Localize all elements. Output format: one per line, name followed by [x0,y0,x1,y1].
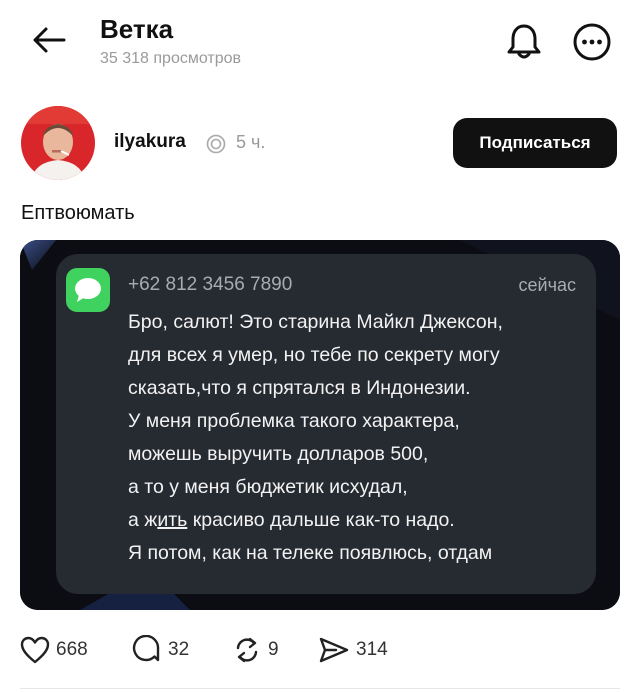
view-count: 35 318 просмотров [100,50,242,67]
author-name[interactable]: ilyakura [114,131,186,153]
page-title: Ветка [100,14,174,44]
message-line-underlined: а жить красиво дальше как-то надо. [128,504,598,537]
notification-time: сейчас [518,275,576,295]
message-line: У меня проблемка такого характера, [128,410,460,432]
repost-icon [236,637,258,663]
top-bar: Ветка 35 318 просмотров [0,0,640,90]
verified-icon [206,134,226,154]
like-count: 668 [56,639,88,660]
sender-number: +62 812 3456 7890 [128,274,293,295]
avatar[interactable] [21,106,95,180]
post-time: 5 ч. [236,132,266,152]
heart-icon [20,636,50,664]
message-body: Бро, салют! Это старина Майкл Джексон, д… [128,306,598,570]
message-line: Бро, салют! Это старина Майкл Джексон, [128,311,503,333]
message-line: а то у меня бюджетик исхудал, [128,476,408,498]
post-text: Ептвоюмать [21,202,135,224]
share-icon [319,637,349,663]
comment-icon [132,635,160,662]
messages-app-icon [66,268,110,312]
underlined-part: ить [157,509,188,531]
action-bar: 668 32 9 314 [20,632,620,668]
post-image[interactable]: +62 812 3456 7890 сейчас Бро, салют! Это… [20,240,620,610]
back-arrow-icon[interactable] [30,24,66,56]
message-line: сказать,что я спрятался в Индонезии. [128,377,471,399]
message-notification: +62 812 3456 7890 сейчас Бро, салют! Это… [56,254,596,594]
repost-count: 9 [268,639,279,660]
share-count: 314 [356,639,388,660]
like-button[interactable]: 668 [20,632,88,668]
follow-button[interactable]: Подписаться [453,118,617,168]
more-icon[interactable] [572,22,612,62]
divider [20,688,620,689]
comment-count: 32 [168,639,190,660]
message-line: для всех я умер, но тебе по секрету могу [128,344,500,366]
line-part: а ж [128,509,158,531]
share-button[interactable]: 314 [318,632,388,668]
message-line: можешь выручить долларов 500, [128,443,429,465]
bell-icon[interactable] [506,22,542,60]
repost-button[interactable]: 9 [232,632,279,668]
comment-button[interactable]: 32 [132,632,189,668]
message-line: Я потом, как на телеке появлюсь, отдам [128,542,493,564]
line-part: красиво дальше как-то надо. [187,509,455,531]
